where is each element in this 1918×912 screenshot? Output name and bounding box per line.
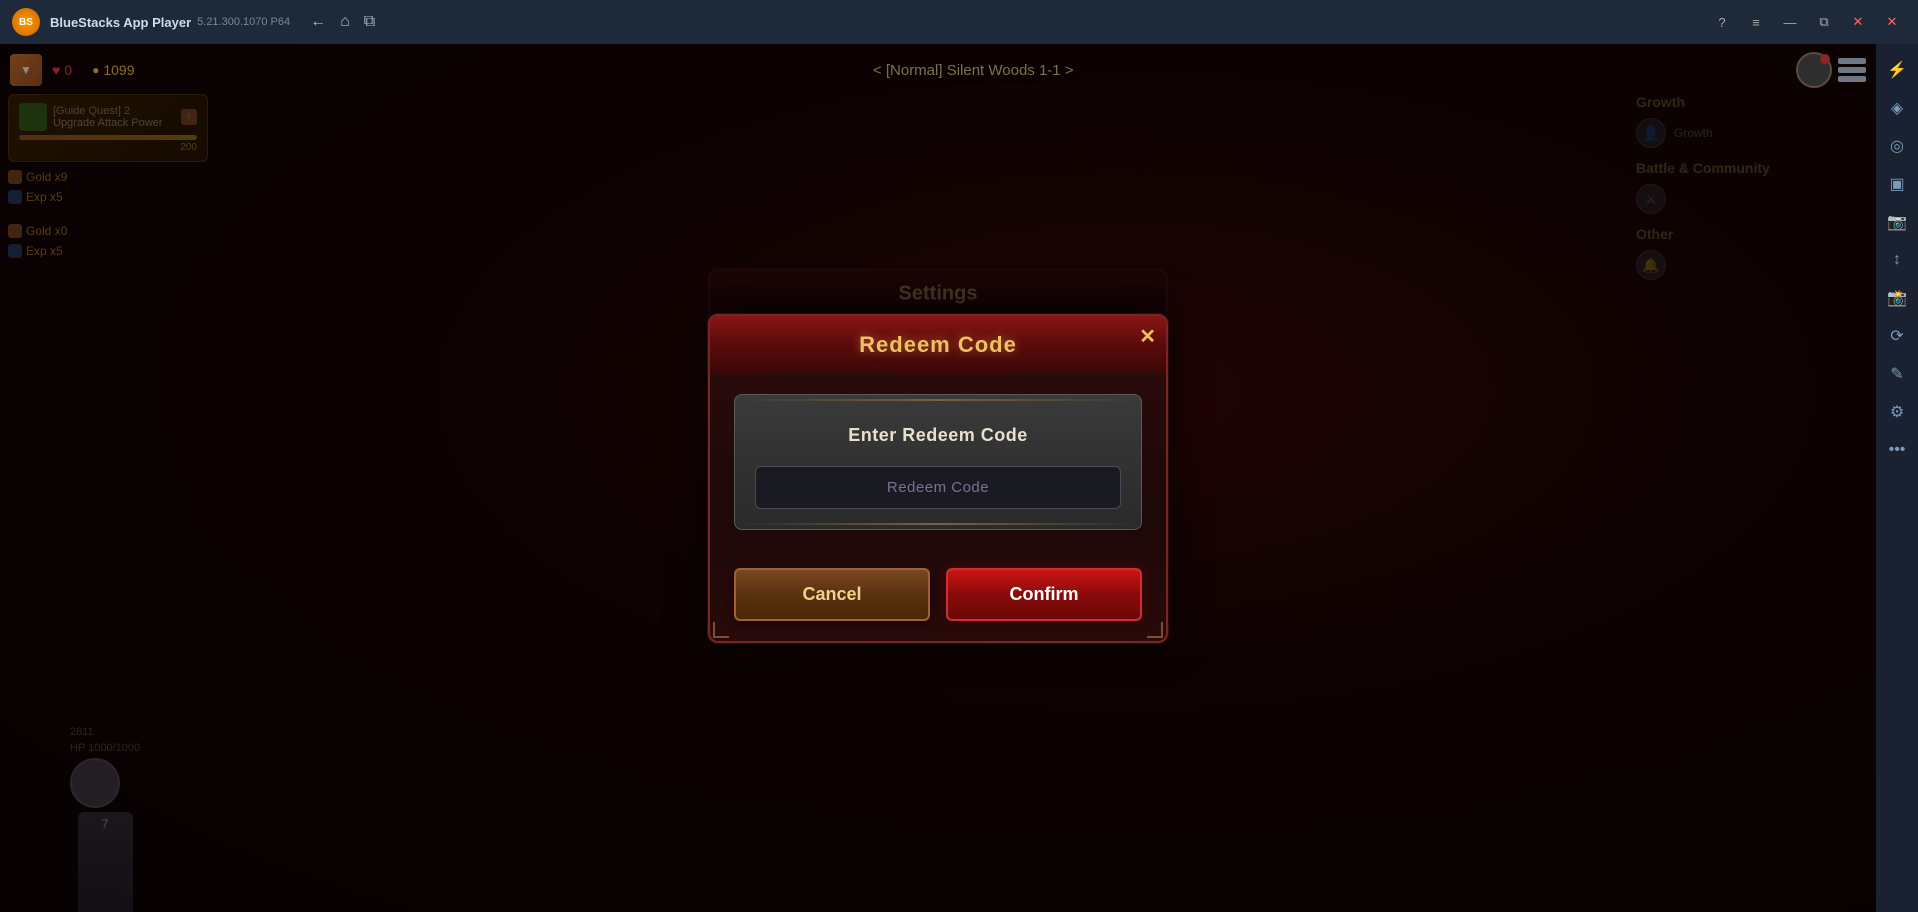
sidebar-more[interactable]: •••	[1879, 432, 1915, 468]
sidebar-btn-7[interactable]: 📸	[1879, 280, 1915, 316]
redeem-input-label: Enter Redeem Code	[755, 425, 1121, 446]
redeem-code-input[interactable]: Redeem Code	[755, 466, 1121, 509]
close-button-2[interactable]: ✕	[1878, 8, 1906, 36]
corner-br	[1147, 622, 1163, 638]
sidebar-btn-4[interactable]: ▣	[1879, 166, 1915, 202]
sidebar-btn-9[interactable]: ✎	[1879, 356, 1915, 392]
redeem-body: Enter Redeem Code Redeem Code	[710, 374, 1166, 550]
corner-bl	[713, 622, 729, 638]
cancel-button[interactable]: Cancel	[734, 568, 930, 621]
help-button[interactable]: ?	[1708, 8, 1736, 36]
right-sidebar: ⚡ ◈ ◎ ▣ 📷 ↕ 📸 ⟳ ✎ ⚙ •••	[1876, 44, 1918, 912]
confirm-button[interactable]: Confirm	[946, 568, 1142, 621]
sidebar-btn-5[interactable]: 📷	[1879, 204, 1915, 240]
home-button[interactable]: ⌂	[340, 13, 350, 31]
titlebar: BS BlueStacks App Player 5.21.300.1070 P…	[0, 0, 1918, 44]
modal-overlay: Redeem Code ✕ Enter Redeem Code Redeem C…	[0, 44, 1876, 912]
app-logo: BS	[12, 8, 40, 36]
copy-button[interactable]: ⧉	[364, 13, 375, 31]
redeem-close-button[interactable]: ✕	[1139, 324, 1156, 349]
sidebar-btn-1[interactable]: ⚡	[1879, 52, 1915, 88]
redeem-button-row: Cancel Confirm	[710, 550, 1166, 641]
close-button[interactable]: ✕	[1844, 8, 1872, 36]
redeem-header: Redeem Code ✕	[710, 316, 1166, 374]
sidebar-settings[interactable]: ⚙	[1879, 394, 1915, 430]
redeem-code-dialog: Redeem Code ✕ Enter Redeem Code Redeem C…	[708, 314, 1168, 643]
redeem-title: Redeem Code	[859, 332, 1017, 357]
sidebar-btn-3[interactable]: ◎	[1879, 128, 1915, 164]
app-name: BlueStacks App Player	[50, 15, 191, 30]
titlebar-nav: ← ⌂ ⧉	[310, 13, 375, 31]
redeem-input-area: Enter Redeem Code Redeem Code	[734, 394, 1142, 530]
menu-button[interactable]: ≡	[1742, 8, 1770, 36]
app-version: 5.21.300.1070 P64	[197, 16, 290, 28]
redeem-placeholder: Redeem Code	[887, 479, 989, 496]
minimize-button[interactable]: —	[1776, 8, 1804, 36]
sidebar-btn-2[interactable]: ◈	[1879, 90, 1915, 126]
game-background: ▼ ♥ 0 ● 1099 < [Normal] Silent Woods 1-1…	[0, 44, 1876, 912]
sidebar-btn-8[interactable]: ⟳	[1879, 318, 1915, 354]
back-button[interactable]: ←	[310, 13, 326, 31]
restore-button[interactable]: ⧉	[1810, 8, 1838, 36]
window-controls: ? ≡ — ⧉ ✕ ✕	[1708, 8, 1906, 36]
sidebar-btn-6[interactable]: ↕	[1879, 242, 1915, 278]
